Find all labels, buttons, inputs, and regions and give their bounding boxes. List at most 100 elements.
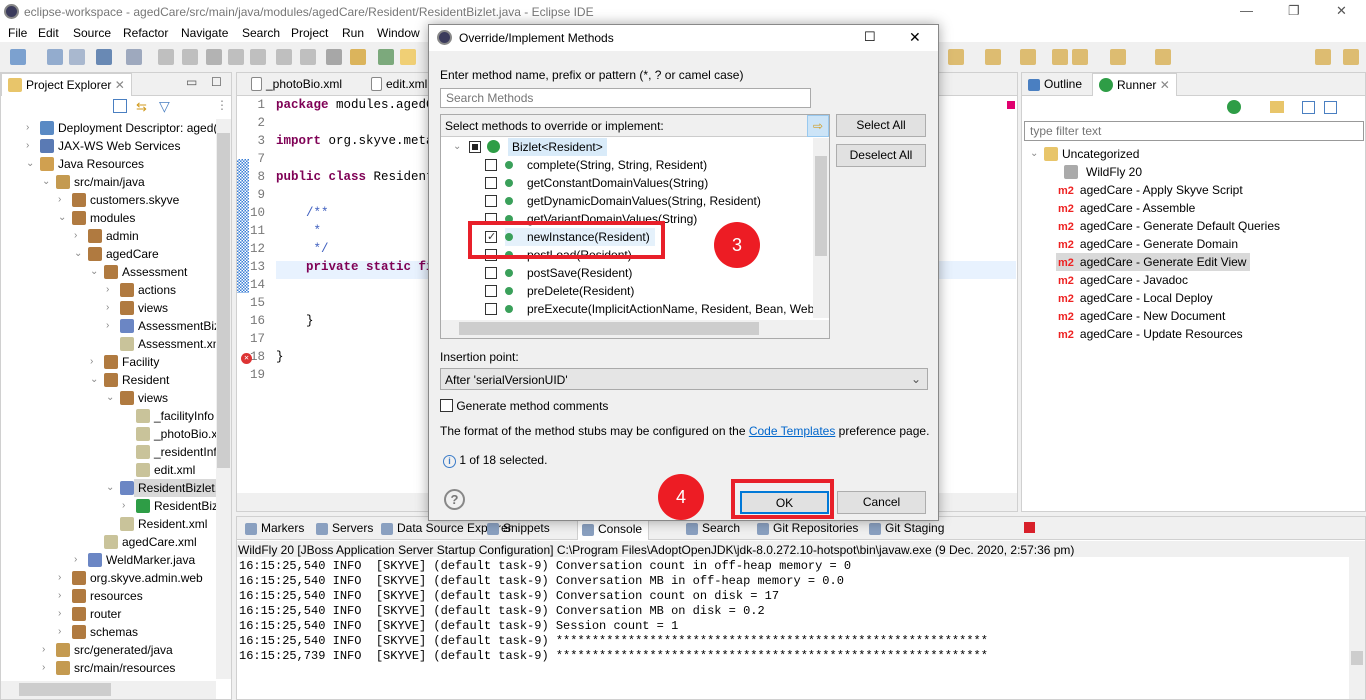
select-all-button[interactable]: Select All [836, 114, 926, 137]
chevron-down-icon[interactable]: ⌄ [90, 263, 100, 281]
chevron-down-icon[interactable]: ⌄ [74, 245, 84, 263]
chevron-down-icon[interactable]: ⌄ [90, 371, 100, 389]
checkbox[interactable] [440, 399, 453, 412]
runner-item[interactable]: m2 agedCare - Local Deploy [1056, 289, 1217, 307]
toolbar-button-icon[interactable] [126, 49, 142, 65]
chevron-down-icon[interactable]: ⌄ [106, 479, 116, 497]
toolbar-button-icon[interactable] [47, 49, 63, 65]
console-scrollbar[interactable] [1349, 557, 1365, 699]
insertion-point-select[interactable]: After 'serialVersionUID' ⌄ [440, 368, 928, 390]
runner-item[interactable]: m2 agedCare - Update Resources [1056, 325, 1247, 343]
tree-item[interactable]: ⌄ src/main/java [1, 173, 216, 191]
collapse-all-icon[interactable] [113, 99, 127, 113]
filter-icon[interactable]: ▽ [159, 98, 170, 115]
toolbar-button-icon[interactable] [69, 49, 85, 65]
chevron-down-icon[interactable]: ⌄ [42, 173, 52, 191]
chevron-right-icon[interactable]: › [106, 281, 116, 299]
menu-navigate[interactable]: Navigate [181, 26, 228, 40]
chevron-right-icon[interactable]: › [74, 551, 84, 569]
menu-run[interactable]: Run [342, 26, 364, 40]
chevron-right-icon[interactable]: › [90, 353, 100, 371]
minimize-icon[interactable]: ▭ [186, 75, 197, 89]
method-checkbox[interactable] [485, 285, 497, 297]
generate-comments-checkbox[interactable]: Generate method comments [440, 399, 608, 413]
toolbar-button-icon[interactable] [400, 49, 416, 65]
chevron-right-icon[interactable]: › [58, 623, 68, 641]
toolbar-button-icon[interactable] [948, 49, 964, 65]
tree-item[interactable]: › actions [1, 281, 216, 299]
toolbar-button-icon[interactable] [326, 49, 342, 65]
tree-item[interactable]: ⌄ agedCare [1, 245, 216, 263]
method-item[interactable]: getDynamicDomainValues(String, Resident) [441, 192, 813, 210]
tree-item[interactable]: › customers.skyve [1, 191, 216, 209]
chevron-right-icon[interactable]: › [106, 317, 116, 335]
error-icon[interactable]: ✕ [241, 353, 252, 364]
close-tab-icon[interactable]: ✕ [1160, 78, 1170, 92]
method-item[interactable]: preDelete(Resident) [441, 282, 813, 300]
method-item[interactable]: postSave(Resident) [441, 264, 813, 282]
toolbar-button-icon[interactable] [250, 49, 266, 65]
view-menu-icon[interactable]: ⋮ [216, 98, 228, 112]
runner-item[interactable]: m2 agedCare - Apply Skyve Script [1056, 181, 1247, 199]
toolbar-button-icon[interactable] [1110, 49, 1126, 65]
tree-item[interactable]: › admin [1, 227, 216, 245]
toolbar-button-icon[interactable] [1072, 49, 1088, 65]
tree-item-root[interactable]: ⌄ Bizlet<Resident> [441, 138, 813, 156]
restore-icon[interactable]: ❐ [1288, 3, 1300, 19]
menu-file[interactable]: File [8, 26, 27, 40]
tree-item[interactable]: edit.xml [1, 461, 216, 479]
menu-edit[interactable]: Edit [38, 26, 59, 40]
tree-item[interactable]: › WeldMarker.java [1, 551, 216, 569]
chevron-down-icon[interactable]: ⌄ [26, 155, 36, 173]
chevron-right-icon[interactable]: › [58, 587, 68, 605]
tab-markers[interactable]: Markers [241, 517, 310, 540]
method-checkbox[interactable] [485, 267, 497, 279]
method-item[interactable]: getConstantDomainValues(String) [441, 174, 813, 192]
toolbar-button-icon[interactable] [96, 49, 112, 65]
chevron-right-icon[interactable]: › [58, 191, 68, 209]
run-icon[interactable] [1227, 100, 1241, 114]
toolbar-button-icon[interactable] [300, 49, 316, 65]
method-checkbox[interactable] [485, 195, 497, 207]
method-checkbox[interactable] [485, 303, 497, 315]
tree-item[interactable]: › org.skyve.admin.web [1, 569, 216, 587]
tree-item[interactable]: _residentInf [1, 443, 216, 461]
toolbar-button-icon[interactable] [276, 49, 292, 65]
tree-item[interactable]: › AssessmentBiz [1, 317, 216, 335]
tree-item[interactable]: ⌄ ResidentBizlet.j [1, 479, 216, 497]
tree-item[interactable]: ⌄ Assessment [1, 263, 216, 281]
tree-item[interactable]: › Facility [1, 353, 216, 371]
chevron-down-icon[interactable]: ⌄ [58, 209, 68, 227]
editor-tab[interactable]: edit.xml [365, 73, 433, 96]
maximize-icon[interactable]: ☐ [864, 29, 876, 45]
maximize-icon[interactable]: ☐ [211, 75, 222, 89]
chevron-right-icon[interactable]: › [106, 299, 116, 317]
menu-window[interactable]: Window [377, 26, 420, 40]
chevron-right-icon[interactable]: › [42, 659, 52, 677]
close-tab-icon[interactable]: ✕ [115, 78, 125, 92]
horizontal-scrollbar[interactable] [1, 681, 216, 699]
chevron-right-icon[interactable]: › [58, 569, 68, 587]
tree-item[interactable]: ⌄ Resident [1, 371, 216, 389]
runner-item[interactable]: m2 agedCare - Generate Edit View [1056, 253, 1251, 271]
tree-item[interactable]: Assessment.xm [1, 335, 216, 353]
chevron-right-icon[interactable]: › [26, 119, 36, 137]
runner-item[interactable]: WildFly 20 [1056, 163, 1146, 181]
expand-icon[interactable] [1324, 101, 1337, 114]
vertical-scrollbar[interactable] [216, 119, 231, 679]
toolbar-button-icon[interactable] [228, 49, 244, 65]
chevron-right-icon[interactable]: › [74, 227, 84, 245]
chevron-down-icon[interactable]: ⌄ [106, 389, 116, 407]
runner-item[interactable]: m2 agedCare - Javadoc [1056, 271, 1192, 289]
toolbar-button-icon[interactable] [1155, 49, 1171, 65]
toolbar-button-icon[interactable] [158, 49, 174, 65]
console-output[interactable]: 16:15:25,540 INFO [SKYVE] (default task-… [237, 557, 1349, 699]
partial-checkbox[interactable] [469, 141, 481, 153]
tree-item[interactable]: › ResidentBiz [1, 497, 216, 515]
methods-hscrollbar[interactable] [441, 320, 829, 338]
tree-item[interactable]: _photoBio.x [1, 425, 216, 443]
runner-item[interactable]: m2 agedCare - New Document [1056, 307, 1229, 325]
tree-item[interactable]: ⌄ modules [1, 209, 216, 227]
runner-item[interactable]: m2 agedCare - Generate Domain [1056, 235, 1242, 253]
toolbar-button-icon[interactable] [985, 49, 1001, 65]
